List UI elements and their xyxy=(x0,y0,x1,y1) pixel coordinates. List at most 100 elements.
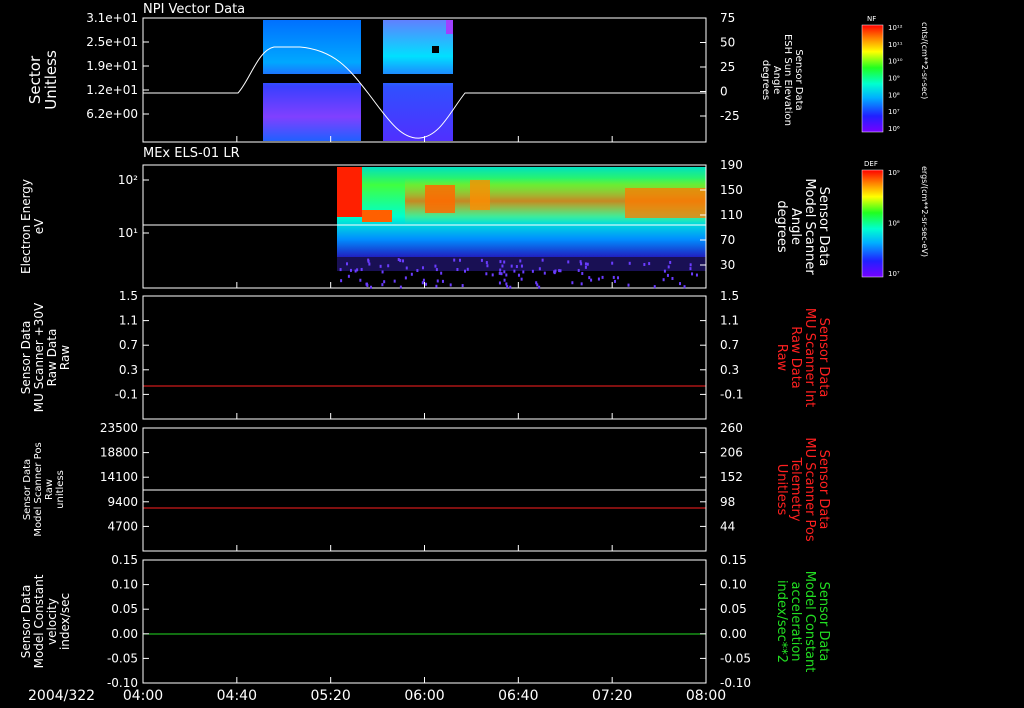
left-axis-line: Sensor Data xyxy=(19,321,33,395)
y2-tick-label: 1.1 xyxy=(720,314,739,328)
x-tick-label: 06:40 xyxy=(498,688,538,704)
y-tick-label: 0.3 xyxy=(119,363,138,377)
noise-dot xyxy=(520,277,523,281)
left-axis-title: Sensor DataMU Scanner +30VRaw DataRaw xyxy=(19,302,72,412)
colorbar-tag: NF xyxy=(867,15,876,23)
left-axis-line: velocity xyxy=(45,598,59,645)
left-axis-line: Electron Energy xyxy=(19,179,33,274)
noise-dot xyxy=(671,276,674,280)
left-axis-line: unitless xyxy=(55,470,66,509)
noise-dot xyxy=(435,284,438,288)
y-tick-label: 1.2e+01 xyxy=(86,83,138,97)
panel-scanner-pos xyxy=(142,427,707,552)
noise-dot xyxy=(505,273,508,277)
noise-dot xyxy=(365,282,368,286)
panel-title: NPI Vector Data xyxy=(143,2,245,17)
colorbar-tick-label: 10¹⁰ xyxy=(888,58,903,66)
x-tick-label: 05:20 xyxy=(310,688,350,704)
y2-tick-label: 70 xyxy=(720,233,735,247)
noise-dot xyxy=(485,261,488,265)
noise-dot xyxy=(498,271,501,275)
right-axis-line: Sensor Data xyxy=(816,187,831,267)
left-axis-line: Raw xyxy=(44,479,55,500)
y2-tick-label: 50 xyxy=(720,36,735,50)
right-axis-line: Sensor Data xyxy=(816,582,831,662)
right-axis-title: Sensor DataModel Constantaccelerationind… xyxy=(774,571,831,673)
noise-dot xyxy=(456,268,459,272)
noise-dot xyxy=(464,269,467,273)
noise-dot xyxy=(404,276,407,280)
panel-axes-5: 0.15 0.10 0.05 0.00 -0.05 -0.10 0.15 0.10 0.05 0.… xyxy=(19,553,831,690)
noise-dot xyxy=(669,260,672,264)
noise-dot xyxy=(667,265,670,269)
y-tick-label: 23500 xyxy=(100,421,138,435)
left-axis-line: Model Scanner Pos xyxy=(33,442,44,536)
left-axis-line: Sensor Data xyxy=(19,585,33,659)
y2-tick-label: 206 xyxy=(720,446,743,460)
noise-dot xyxy=(485,272,488,276)
right-axis-line: Angle xyxy=(788,208,803,245)
y-tick-label: 3.1e+01 xyxy=(86,11,138,25)
noise-dot xyxy=(567,260,570,264)
y2-tick-label: 0 xyxy=(720,85,728,99)
noise-dot xyxy=(340,279,343,283)
noise-dot xyxy=(541,258,544,262)
y-tick-label: 1.1 xyxy=(119,314,138,328)
noise-dot xyxy=(503,278,506,282)
noise-dot xyxy=(500,272,503,276)
noise-dot xyxy=(461,284,464,288)
right-axis-line: Sensor Data xyxy=(816,450,831,530)
noise-dot xyxy=(531,269,534,273)
colorbar-swatch xyxy=(861,24,884,133)
noise-dot xyxy=(480,258,483,262)
y-tick-label: 0.7 xyxy=(119,338,138,352)
noise-dot xyxy=(584,262,587,266)
left-axis-line: Raw Data xyxy=(45,329,59,387)
npi-gap-band xyxy=(383,74,453,83)
y2-tick-label: 152 xyxy=(720,470,743,484)
y2-tick-label: -0.1 xyxy=(720,387,743,401)
noise-dot xyxy=(584,265,587,269)
panel-els: MEx ELS-01 LR xyxy=(142,146,707,289)
noise-dot xyxy=(486,264,489,268)
noise-dot xyxy=(577,268,580,272)
y2-tick-label: -0.05 xyxy=(720,651,751,665)
noise-dot xyxy=(436,279,439,283)
y2-tick-label: 190 xyxy=(720,158,743,172)
y2-tick-label: 0.10 xyxy=(720,578,747,592)
noise-dot xyxy=(689,267,692,271)
noise-dot xyxy=(339,268,342,272)
noise-dot xyxy=(611,261,614,265)
right-axis-line: degrees xyxy=(774,200,789,253)
noise-dot xyxy=(517,273,520,277)
noise-dot xyxy=(421,266,424,270)
left-axis-title: Sensor DataModel Scanner PosRawunitless xyxy=(22,442,66,536)
els-burst xyxy=(337,167,362,217)
noise-dot xyxy=(393,279,396,283)
noise-dot xyxy=(613,279,616,283)
noise-dot xyxy=(441,279,444,283)
noise-dot xyxy=(590,278,593,282)
noise-dot xyxy=(519,259,522,263)
els-spectrogram xyxy=(337,167,706,271)
panel-constant xyxy=(142,559,707,684)
noise-dot xyxy=(397,258,400,262)
noise-dot xyxy=(627,283,630,287)
y2-tick-label: 0.3 xyxy=(720,363,739,377)
right-axis-title: Sensor DataMU Scanner IntRaw DataRaw xyxy=(774,308,831,407)
noise-dot xyxy=(510,264,513,268)
noise-dot xyxy=(691,272,694,276)
left-axis-title: SectorUnitless xyxy=(26,50,60,110)
noise-dot xyxy=(367,259,370,263)
noise-dot xyxy=(356,268,359,272)
noise-dot xyxy=(509,285,512,289)
right-axis-line: Model Constant xyxy=(802,571,817,673)
noise-dot xyxy=(499,268,502,272)
noise-dot xyxy=(522,270,525,274)
y2-tick-label: 0.7 xyxy=(720,338,739,352)
y-tick-label: 0.15 xyxy=(111,553,138,567)
right-axis-line: Telemetry xyxy=(788,456,803,521)
noise-dot xyxy=(491,273,494,277)
noise-dot xyxy=(410,272,413,276)
right-axis-line: Raw xyxy=(774,344,789,372)
